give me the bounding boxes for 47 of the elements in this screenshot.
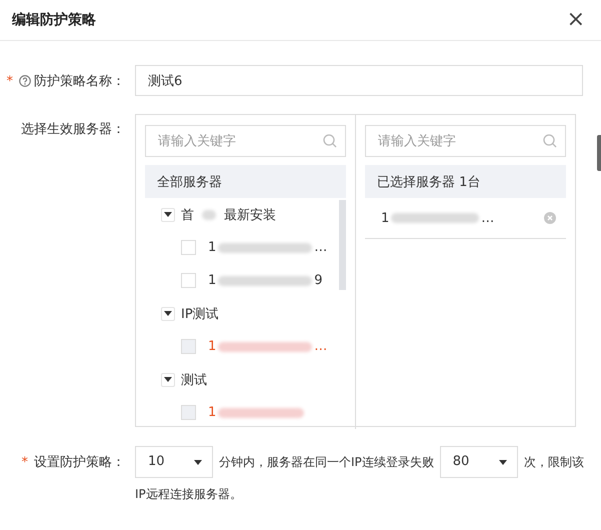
policy-text: IP远程连接服务器。: [135, 487, 242, 501]
dialog-title: 编辑防护策略: [12, 11, 96, 29]
caret-icon: [498, 460, 507, 464]
required-mark: *: [6, 74, 13, 88]
dropdown[interactable]: 10: [135, 446, 213, 478]
expand-toggle[interactable]: [161, 306, 175, 320]
caret-icon: [164, 311, 172, 316]
item-text: …: [314, 240, 328, 255]
panel-header: 全部服务器: [145, 165, 346, 198]
item-text: 1: [208, 273, 216, 288]
caret-icon: [194, 460, 202, 464]
item-text: …: [314, 339, 328, 354]
field-label: 选择生效服务器：: [21, 121, 125, 138]
group-label: 最新安装: [224, 206, 276, 224]
item-text: …: [481, 210, 494, 226]
expand-toggle[interactable]: [161, 372, 175, 386]
remove-icon[interactable]: [544, 212, 556, 224]
name-input[interactable]: 测试6: [135, 65, 583, 96]
field-label: 设置防护策略：: [34, 454, 125, 471]
search-field[interactable]: 请输入关键字: [145, 125, 346, 157]
item-text: 1: [208, 339, 216, 354]
search-icon: [323, 134, 337, 148]
dropdown[interactable]: 80: [440, 446, 518, 478]
search-field[interactable]: 请输入关键字: [365, 125, 566, 157]
policy-text: 次，限制该: [524, 454, 584, 471]
item-text: 1: [208, 405, 216, 420]
policy-text: 分钟内，服务器在同一个IP连续登录失败: [219, 454, 434, 471]
expand-toggle[interactable]: [161, 208, 175, 222]
blurred-text: [202, 210, 216, 220]
field-label: 防护策略名称：: [34, 73, 125, 90]
scrollbar[interactable]: [597, 135, 601, 171]
group-label: 首: [181, 206, 194, 224]
required-mark: *: [22, 454, 28, 470]
search-icon: [543, 134, 557, 148]
item-text: 1: [381, 210, 390, 226]
panel-header: 已选择服务器 1台: [365, 165, 566, 198]
group-label: 测试: [181, 372, 207, 388]
help-icon: [19, 75, 31, 87]
item-text: 9: [314, 273, 323, 288]
checkbox[interactable]: [181, 240, 196, 255]
close-button[interactable]: ×: [566, 9, 585, 31]
group-label: IP测试: [181, 306, 219, 322]
caret-icon: [164, 377, 172, 382]
caret-icon: [164, 212, 172, 217]
scrollbar[interactable]: [339, 200, 346, 290]
item-text: 1: [208, 240, 216, 255]
checkbox[interactable]: [181, 273, 196, 288]
